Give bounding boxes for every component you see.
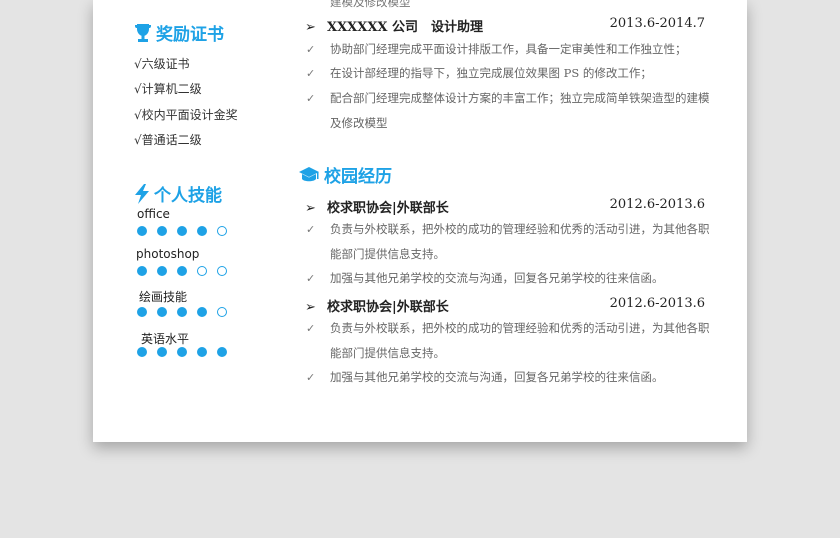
campus-entry-header: ➢ 校求职协会|外联部长 2012.6-2013.6	[305, 296, 705, 315]
graduation-cap-icon	[298, 166, 320, 189]
rating-dot-filled	[177, 226, 187, 236]
skill-name: 绘画技能	[139, 290, 188, 304]
award-item: √校内平面设计金奖	[134, 108, 238, 122]
awards-heading: 奖励证书	[134, 20, 224, 48]
campus-title: 校园经历	[324, 167, 392, 187]
campus-bullet: ✓ 负责与外校联系，把外校的成功的管理经验和优秀的活动引进，为其他各职能部门提供…	[306, 217, 716, 267]
campus-date: 2012.6-2013.6	[609, 296, 705, 311]
campus-bullet: ✓ 加强与其他兄弟学校的交流与沟通，回复各兄弟学校的往来信函。	[306, 266, 716, 291]
skill-rating	[137, 307, 227, 317]
check-icon: ✓	[306, 223, 316, 236]
skills-title: 个人技能	[154, 186, 222, 206]
work-bullet: ✓ 在设计部经理的指导下，独立完成展位效果图 PS 的修改工作；	[306, 61, 716, 86]
rating-dot-filled	[137, 226, 147, 236]
skill-name: photoshop	[136, 247, 200, 261]
check-icon: ✓	[306, 67, 316, 80]
rating-dot-empty	[197, 266, 207, 276]
skills-heading: 个人技能	[134, 181, 222, 209]
award-item: √普通话二级	[134, 133, 202, 147]
rating-dot-filled	[137, 347, 147, 357]
check-icon: ✓	[306, 272, 316, 285]
rating-dot-filled	[157, 226, 167, 236]
skill-name: office	[137, 207, 170, 221]
campus-bullet: ✓ 加强与其他兄弟学校的交流与沟通，回复各兄弟学校的往来信函。	[306, 365, 716, 390]
skill-name: 英语水平	[141, 332, 190, 346]
rating-dot-filled	[137, 266, 147, 276]
awards-title: 奖励证书	[156, 25, 224, 45]
arrow-icon: ➢	[305, 201, 316, 216]
lightning-icon	[134, 183, 150, 209]
campus-heading: 校园经历	[298, 162, 392, 189]
arrow-icon: ➢	[305, 20, 316, 35]
cut-off-text: 建模及修改模型	[330, 0, 411, 9]
rating-dot-empty	[217, 226, 227, 236]
rating-dot-filled	[157, 266, 167, 276]
rating-dot-empty	[217, 266, 227, 276]
campus-bullet: ✓ 负责与外校联系，把外校的成功的管理经验和优秀的活动引进，为其他各职能部门提供…	[306, 316, 716, 366]
rating-dot-filled	[177, 347, 187, 357]
rating-dot-empty	[217, 307, 227, 317]
skill-rating	[137, 226, 227, 236]
work-bullet: ✓ 协助部门经理完成平面设计排版工作，具备一定审美性和工作独立性；	[306, 37, 716, 62]
work-entry-header: ➢ XXXXXX 公司 设计助理 2013.6-2014.7	[305, 16, 705, 35]
campus-org: 校求职协会|外联部长	[327, 300, 449, 315]
campus-entry-header: ➢ 校求职协会|外联部长 2012.6-2013.6	[305, 197, 705, 216]
arrow-icon: ➢	[305, 300, 316, 315]
check-icon: ✓	[306, 92, 316, 105]
rating-dot-filled	[197, 307, 207, 317]
check-icon: ✓	[306, 371, 316, 384]
rating-dot-filled	[137, 307, 147, 317]
rating-dot-filled	[197, 347, 207, 357]
rating-dot-filled	[217, 347, 227, 357]
rating-dot-filled	[157, 307, 167, 317]
check-icon: ✓	[306, 322, 316, 335]
rating-dot-filled	[157, 347, 167, 357]
work-company: XXXXXX 公司 设计助理	[327, 20, 484, 35]
award-item: √六级证书	[134, 57, 190, 71]
rating-dot-filled	[197, 226, 207, 236]
check-icon: ✓	[306, 43, 316, 56]
rating-dot-filled	[177, 266, 187, 276]
campus-org: 校求职协会|外联部长	[327, 201, 449, 216]
award-item: √计算机二级	[134, 82, 202, 96]
work-bullet: ✓ 配合部门经理完成整体设计方案的丰富工作；独立完成简单铁架造型的建模及修改模型	[306, 86, 716, 136]
skill-rating	[137, 347, 227, 357]
work-date: 2013.6-2014.7	[609, 16, 705, 31]
campus-date: 2012.6-2013.6	[609, 197, 705, 212]
skill-rating	[137, 266, 227, 276]
trophy-icon	[134, 23, 152, 48]
rating-dot-filled	[177, 307, 187, 317]
